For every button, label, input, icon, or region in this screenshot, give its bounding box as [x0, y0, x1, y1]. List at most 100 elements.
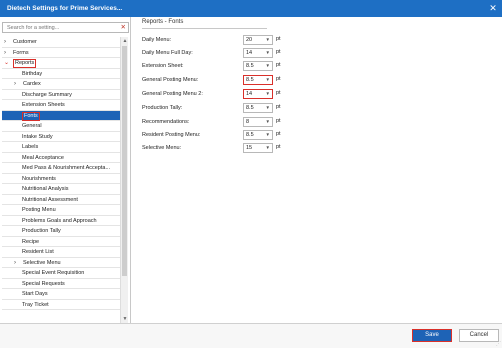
font-size-select[interactable]: 8.5 ▼	[243, 61, 273, 71]
tree-item-label: Nourishments	[22, 175, 56, 182]
setting-production-tally: Production Tally: 8.5 ▼ pt	[142, 103, 302, 114]
tree-item-cardex[interactable]: › Cardex	[2, 79, 120, 90]
tree-item-discharge-summary[interactable]: Discharge Summary	[2, 90, 120, 100]
unit-label: pt	[276, 144, 281, 150]
tree-item-labels[interactable]: Labels	[2, 142, 120, 153]
tree-item-customer[interactable]: › Customer	[2, 37, 120, 48]
tree-item-label: General	[22, 123, 42, 129]
tree-item-start-days[interactable]: Start Days	[2, 289, 120, 300]
font-size-value: 14	[246, 91, 253, 97]
scrollbar-thumb[interactable]	[122, 46, 127, 276]
chevron-down-icon[interactable]: ▼	[266, 76, 270, 84]
chevron-down-icon[interactable]: ⌄	[4, 58, 10, 69]
clear-icon[interactable]: ✕	[121, 23, 126, 32]
tree-item-label: Fonts	[22, 111, 40, 121]
tree-item-label: Special Requests	[22, 280, 65, 287]
tree-item-label: Tray Ticket	[22, 301, 49, 308]
tree-item-label: Start Days	[22, 291, 48, 297]
chevron-right-icon[interactable]: ›	[14, 79, 20, 90]
tree-item-med-pass[interactable]: Med Pass & Nourishment Accepta...	[2, 163, 120, 174]
chevron-down-icon[interactable]: ▼	[266, 131, 270, 139]
chevron-down-icon[interactable]: ▼	[266, 62, 270, 70]
scroll-up-icon[interactable]: ▲	[121, 37, 129, 45]
chevron-down-icon[interactable]: ▼	[266, 144, 270, 152]
chevron-down-icon[interactable]: ▼	[266, 104, 270, 112]
font-size-select[interactable]: 8 ▼	[243, 117, 273, 127]
unit-label: pt	[276, 62, 281, 68]
title-bar: Dietech Settings for Prime Services... ✕	[0, 0, 502, 17]
chevron-right-icon[interactable]: ›	[14, 258, 20, 269]
setting-label: Resident Posting Menu:	[142, 132, 201, 138]
font-size-select[interactable]: 14 ▼	[243, 48, 273, 58]
chevron-down-icon[interactable]: ▼	[266, 49, 270, 57]
tree-item-tray-ticket[interactable]: Tray Ticket	[2, 300, 120, 310]
setting-selective-menu: Selective Menu: 15 ▼ pt	[142, 143, 302, 154]
chevron-down-icon[interactable]: ▼	[266, 90, 270, 98]
setting-general-posting-menu-2: General Posting Menu 2: 14 ▼ pt	[142, 89, 302, 100]
tree-item-label: Recipe	[22, 238, 40, 245]
tree-item-meal-acceptance[interactable]: Meal Acceptance	[2, 153, 120, 163]
setting-label: Extension Sheet:	[142, 63, 184, 69]
tree-item-special-requests[interactable]: Special Requests	[2, 279, 120, 289]
font-size-value: 14	[246, 50, 253, 56]
tree-item-label: Reports	[13, 59, 37, 68]
cancel-button[interactable]: Cancel	[459, 329, 499, 342]
tree-item-label: Nutritional Assessment	[22, 196, 78, 203]
tree-item-label: Extension Sheets	[22, 102, 65, 108]
setting-recommendations: Recommendations: 8 ▼ pt	[142, 117, 302, 128]
tree-item-fonts[interactable]: Fonts	[2, 110, 120, 121]
tree-item-label: Meal Acceptance	[22, 154, 64, 161]
search-box[interactable]: ✕	[2, 22, 129, 33]
setting-label: Selective Menu:	[142, 145, 182, 151]
tree-item-reports[interactable]: ⌄ Reports	[2, 58, 120, 69]
chevron-right-icon[interactable]: ›	[4, 48, 10, 59]
chevron-down-icon[interactable]: ▼	[266, 118, 270, 126]
close-icon[interactable]: ✕	[484, 0, 502, 17]
tree-item-forms[interactable]: › Forms	[2, 48, 120, 59]
font-size-select[interactable]: 14 ▼	[243, 89, 273, 99]
tree-item-nourishments[interactable]: Nourishments	[2, 174, 120, 184]
tree-item-problems-goals[interactable]: Problems Goals and Approach	[2, 216, 120, 226]
unit-label: pt	[276, 76, 281, 82]
font-size-value: 8.5	[246, 77, 254, 83]
tree-item-resident-list[interactable]: Resident List	[2, 247, 120, 258]
tree-item-label: Special Event Requisition	[22, 270, 85, 276]
tree-item-general[interactable]: General	[2, 121, 120, 132]
font-size-select[interactable]: 15 ▼	[243, 143, 273, 153]
divider	[142, 28, 267, 29]
setting-label: Recommendations:	[142, 119, 190, 125]
tree-item-nutritional-analysis[interactable]: Nutritional Analysis	[2, 184, 120, 195]
font-size-select[interactable]: 8.5 ▼	[243, 103, 273, 113]
tree-item-label: Production Tally	[22, 228, 61, 234]
tree-item-birthday[interactable]: Birthday	[2, 69, 120, 79]
dialog-footer: Save Cancel ⋰	[0, 323, 502, 348]
resize-grip-icon[interactable]: ⋰	[496, 341, 501, 347]
scroll-down-icon[interactable]: ▼	[121, 315, 129, 323]
unit-label: pt	[276, 131, 281, 137]
tree-item-extension-sheets[interactable]: Extension Sheets	[2, 100, 120, 111]
font-size-value: 8.5	[246, 105, 254, 111]
tree-item-selective-menu[interactable]: › Selective Menu	[2, 258, 120, 269]
settings-tree: › Customer › Forms ⌄ Reports Birthday › …	[2, 37, 120, 323]
tree-item-special-event-requisition[interactable]: Special Event Requisition	[2, 268, 120, 279]
font-size-value: 8.5	[246, 63, 254, 69]
chevron-right-icon[interactable]: ›	[4, 37, 10, 48]
tree-item-label: Cardex	[23, 81, 41, 87]
tree-item-intake-study[interactable]: Intake Study	[2, 132, 120, 142]
tree-item-posting-menu[interactable]: Posting Menu	[2, 205, 120, 216]
tree-item-recipe[interactable]: Recipe	[2, 237, 120, 247]
search-input[interactable]	[3, 23, 113, 32]
chevron-down-icon[interactable]: ▼	[266, 36, 270, 44]
tree-item-production-tally[interactable]: Production Tally	[2, 226, 120, 237]
font-size-select[interactable]: 8.5 ▼	[243, 75, 273, 85]
font-size-select[interactable]: 8.5 ▼	[243, 130, 273, 140]
font-size-select[interactable]: 20 ▼	[243, 35, 273, 45]
unit-label: pt	[276, 118, 281, 124]
save-button[interactable]: Save	[412, 329, 452, 342]
tree-item-nutritional-assessment[interactable]: Nutritional Assessment	[2, 195, 120, 205]
setting-extension-sheet: Extension Sheet: 8.5 ▼ pt	[142, 61, 302, 72]
setting-daily-menu: Daily Menu: 20 ▼ pt	[142, 35, 302, 46]
setting-label: General Posting Menu:	[142, 77, 199, 83]
setting-label: General Posting Menu 2:	[142, 91, 203, 97]
tree-scrollbar[interactable]: ▲ ▼	[120, 37, 128, 323]
